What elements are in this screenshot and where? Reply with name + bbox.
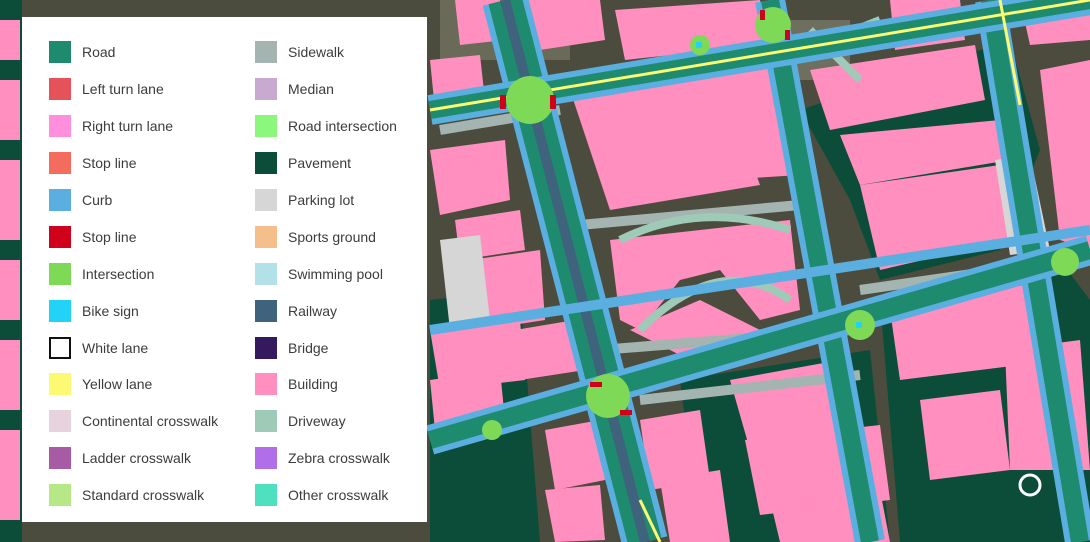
legend-item: Other crosswalk bbox=[255, 477, 455, 514]
legend-label: Stop line bbox=[82, 228, 137, 245]
legend-swatch bbox=[49, 115, 71, 138]
legend-item: White lane bbox=[49, 329, 249, 366]
legend-swatch bbox=[49, 484, 71, 507]
legend-swatch bbox=[49, 225, 71, 248]
legend-item: Road intersection bbox=[255, 108, 455, 145]
legend-label: Standard crosswalk bbox=[82, 487, 205, 504]
legend-swatch bbox=[255, 262, 277, 285]
legend-label: Median bbox=[288, 81, 334, 98]
legend-item: Sports ground bbox=[255, 218, 455, 255]
legend-item: Curb bbox=[49, 182, 249, 219]
legend-swatch bbox=[255, 115, 277, 138]
legend-swatch bbox=[255, 41, 277, 64]
legend-swatch bbox=[49, 41, 71, 64]
legend-item: Swimming pool bbox=[255, 255, 455, 292]
legend-label: Curb bbox=[82, 192, 113, 208]
legend-label: Yellow lane bbox=[82, 376, 153, 393]
legend-item: Yellow lane bbox=[49, 366, 249, 403]
legend-label: Sports ground bbox=[288, 228, 376, 245]
legend-item: Driveway bbox=[255, 403, 455, 440]
legend-swatch bbox=[255, 336, 277, 359]
legend-label: Pavement bbox=[288, 155, 352, 172]
legend-column-left: Road Left turn lane Right turn lane Stop li… bbox=[49, 34, 249, 514]
legend-label: Driveway bbox=[288, 413, 346, 430]
legend-item: Bridge bbox=[255, 329, 455, 366]
legend-swatch bbox=[255, 78, 277, 101]
legend-item: Stop line bbox=[49, 145, 249, 182]
legend-label: Sidewalk bbox=[288, 44, 345, 61]
legend-swatch bbox=[49, 262, 71, 285]
legend-item: Standard crosswalk bbox=[49, 477, 249, 514]
legend-item: Left turn lane bbox=[49, 71, 249, 108]
legend-item: Median bbox=[255, 71, 455, 108]
legend-label: White lane bbox=[82, 339, 149, 356]
legend-label: Continental crosswalk bbox=[82, 413, 219, 430]
legend-label: Stop line bbox=[82, 155, 137, 172]
legend-swatch bbox=[255, 410, 277, 433]
legend-label: Railway bbox=[288, 302, 338, 319]
legend-label: Right turn lane bbox=[82, 118, 174, 135]
legend-item: Pavement bbox=[255, 145, 455, 182]
legend-item: Right turn lane bbox=[49, 108, 249, 145]
legend-label: Swimming pool bbox=[288, 265, 383, 282]
legend-item: Zebra crosswalk bbox=[255, 440, 455, 477]
legend-label: Parking lot bbox=[288, 192, 355, 208]
legend-label: Road intersection bbox=[288, 118, 397, 135]
legend-item: Intersection bbox=[49, 255, 249, 292]
legend-label: Building bbox=[288, 376, 338, 393]
legend-item: Road bbox=[49, 34, 249, 71]
legend-swatch bbox=[255, 152, 277, 175]
legend-swatch bbox=[49, 299, 71, 322]
legend-swatch bbox=[49, 373, 71, 396]
legend-swatch bbox=[49, 78, 71, 101]
legend-swatch bbox=[255, 484, 277, 507]
legend-swatch bbox=[49, 336, 71, 359]
legend-label: Other crosswalk bbox=[288, 487, 389, 504]
legend-label: Left turn lane bbox=[82, 81, 164, 98]
legend-item: Ladder crosswalk bbox=[49, 440, 249, 477]
legend-label: Bridge bbox=[288, 339, 329, 356]
legend-swatch bbox=[255, 225, 277, 248]
legend-swatch bbox=[49, 447, 71, 470]
legend-item: Sidewalk bbox=[255, 34, 455, 71]
legend-label: Ladder crosswalk bbox=[82, 450, 191, 467]
left-edge-buildings bbox=[0, 20, 20, 520]
legend-label: Intersection bbox=[82, 265, 155, 282]
legend-swatch bbox=[49, 189, 71, 211]
legend-label: Bike sign bbox=[82, 302, 139, 319]
legend-item: Bike sign bbox=[49, 292, 249, 329]
legend-swatch bbox=[49, 410, 71, 433]
legend-column-right: Sidewalk Median Road intersection Pavement P… bbox=[255, 34, 455, 514]
legend-item: Parking lot bbox=[255, 182, 455, 219]
legend-item: Continental crosswalk bbox=[49, 403, 249, 440]
legend-swatch bbox=[49, 152, 71, 175]
legend-item: Railway bbox=[255, 292, 455, 329]
legend-item: Building bbox=[255, 366, 455, 403]
map-legend: Road Left turn lane Right turn lane Stop li… bbox=[22, 17, 427, 522]
legend-swatch bbox=[255, 299, 277, 322]
legend-swatch bbox=[255, 373, 277, 396]
legend-item: Stop line bbox=[49, 218, 249, 255]
legend-label: Zebra crosswalk bbox=[288, 450, 390, 467]
legend-swatch bbox=[255, 447, 277, 470]
legend-swatch bbox=[255, 189, 277, 211]
legend-label: Road bbox=[82, 44, 116, 61]
